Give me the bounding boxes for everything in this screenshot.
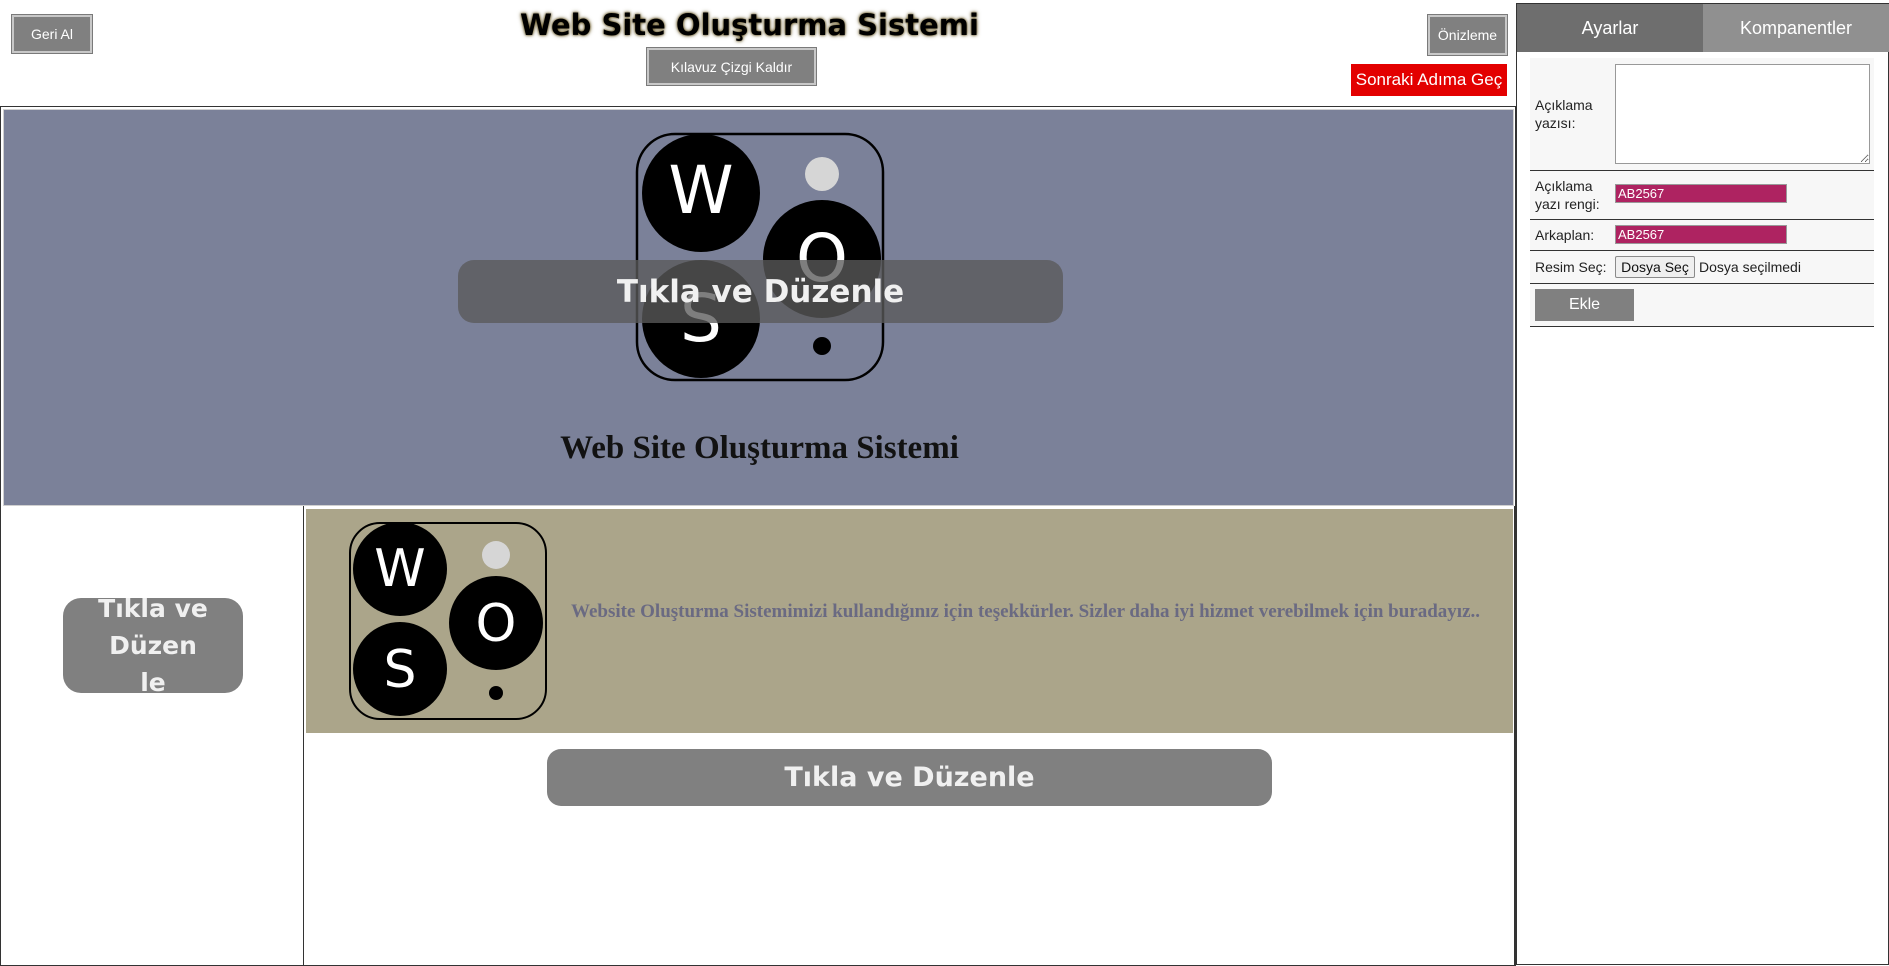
- sidebar-edit-button[interactable]: Tıkla ve Düzen le: [63, 594, 243, 697]
- image-label: Resim Seç:: [1535, 259, 1607, 275]
- desc-color-label: Açıklama yazı rengi:: [1535, 177, 1615, 213]
- file-status: Dosya seçilmedi: [1699, 259, 1801, 275]
- logo-letter-w: W: [668, 152, 733, 229]
- bg-color-input[interactable]: AB2567: [1615, 225, 1787, 244]
- next-step-button[interactable]: Sonraki Adıma Geç: [1351, 64, 1507, 96]
- desc-label-line1: Açıklama: [1535, 97, 1593, 113]
- content-right-border: [1514, 506, 1515, 966]
- desc-color-label-line1: Açıklama: [1535, 178, 1593, 194]
- form-divider: [1530, 170, 1874, 171]
- content-strip[interactable]: W O S Website Oluşturma Sistemimizi kull…: [306, 509, 1513, 733]
- form-divider: [1530, 219, 1874, 220]
- sidebar-edit-label-2: le: [140, 668, 166, 697]
- preview-button[interactable]: Önizleme: [1428, 15, 1507, 55]
- tab-components[interactable]: Kompanentler: [1703, 4, 1889, 52]
- remove-guides-button[interactable]: Kılavuz Çizgi Kaldır: [647, 48, 816, 85]
- content-logo-letter-o: O: [476, 594, 517, 654]
- file-select-button[interactable]: Dosya Seç: [1615, 256, 1695, 278]
- add-button[interactable]: Ekle: [1535, 289, 1634, 321]
- form-divider: [1530, 250, 1874, 251]
- header-edit-button[interactable]: Tıkla ve Düzenle: [458, 260, 1063, 323]
- content-logo-letter-s: S: [383, 640, 416, 700]
- content-logo-letter-w: W: [374, 539, 425, 599]
- desc-textarea[interactable]: [1615, 64, 1870, 164]
- header-section[interactable]: W O S Tıkla ve Düzenle Web Site Oluşturm…: [3, 109, 1514, 506]
- bg-label: Arkaplan:: [1535, 227, 1595, 243]
- desc-label-line2: yazısı:: [1535, 115, 1576, 131]
- desc-label: Açıklama yazısı:: [1535, 96, 1615, 132]
- site-logo: W O S: [635, 132, 885, 382]
- form-divider: [1530, 283, 1874, 284]
- content-logo: W O S: [349, 522, 547, 720]
- desc-color-input[interactable]: AB2567: [1615, 184, 1787, 203]
- desc-color-label-line2: yazı rengi:: [1535, 196, 1600, 212]
- site-title: Web Site Oluşturma Sistemi: [560, 430, 959, 466]
- form-divider: [1530, 326, 1874, 327]
- sidebar-edit-label-1: Tıkla ve Düzen: [98, 594, 208, 660]
- tab-settings[interactable]: Ayarlar: [1517, 4, 1703, 52]
- app-title: Web Site Oluşturma Sistemi: [520, 8, 979, 42]
- column-divider: [303, 506, 304, 966]
- undo-button[interactable]: Geri Al: [12, 15, 92, 53]
- content-edit-button[interactable]: Tıkla ve Düzenle: [547, 749, 1272, 806]
- content-text: Website Oluşturma Sistemimizi kullandığı…: [571, 601, 1481, 622]
